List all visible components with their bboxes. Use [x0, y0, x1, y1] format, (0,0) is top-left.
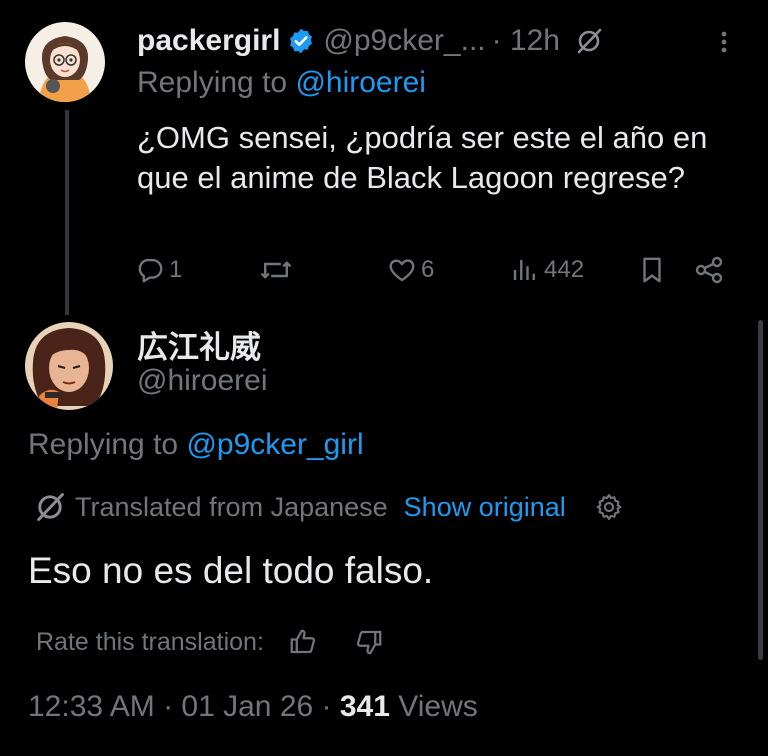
scrollbar[interactable]: [758, 320, 763, 660]
bookmark-button[interactable]: [637, 250, 667, 290]
rate-label: Rate this translation:: [36, 627, 264, 656]
views-label: Views: [398, 690, 478, 723]
replying-prefix: Replying to: [28, 428, 179, 461]
thread-connector-line: [65, 110, 69, 315]
replying-to: Replying to @p9cker_girl: [28, 428, 364, 462]
translation-bar: Translated from Japanese Show original: [33, 487, 624, 527]
thumbs-up-icon[interactable]: [288, 627, 318, 657]
share-icon: [693, 254, 725, 286]
translate-icon: [33, 490, 67, 524]
replying-to: Replying to @hiroerei: [137, 66, 426, 100]
display-name[interactable]: packergirl: [137, 24, 280, 58]
replying-prefix: Replying to: [137, 66, 288, 99]
tweet1-header: packergirl @p9cker_... · 12h: [137, 18, 604, 64]
timestamp[interactable]: · 12h: [492, 24, 560, 58]
views-count: 442: [544, 256, 585, 283]
handle[interactable]: @p9cker_...: [323, 24, 485, 58]
retweet-icon: [258, 255, 294, 285]
retweet-button[interactable]: [258, 250, 298, 290]
replying-handle-link[interactable]: @p9cker_girl: [186, 428, 363, 461]
post-timestamp[interactable]: 12:33 AM · 01 Jan 26 ·: [28, 690, 332, 723]
verified-badge-icon: [287, 27, 315, 55]
grok-icon[interactable]: [574, 26, 604, 56]
tweet2-text: Eso no es del todo falso.: [28, 550, 434, 591]
avatar-hiroerei[interactable]: [25, 322, 113, 410]
translated-label: Translated from Japanese: [75, 491, 388, 522]
show-original-link[interactable]: Show original: [404, 492, 566, 523]
like-count: 6: [421, 256, 435, 283]
like-button[interactable]: 6: [387, 250, 434, 290]
settings-icon[interactable]: [594, 492, 624, 522]
bookmark-icon: [637, 255, 667, 285]
display-name[interactable]: 広江礼威: [137, 322, 261, 367]
replying-handle-link[interactable]: @hiroerei: [295, 66, 426, 99]
views-button[interactable]: 442: [510, 250, 584, 290]
views-icon: [510, 255, 540, 285]
avatar-packergirl[interactable]: [25, 22, 105, 102]
rate-translation: Rate this translation:: [36, 622, 384, 662]
reply-count: 1: [169, 256, 183, 283]
views-count: 341: [339, 690, 390, 723]
tweet1-text: ¿OMG sensei, ¿podría ser este el año en …: [137, 120, 708, 195]
reply-button[interactable]: 1: [135, 250, 182, 290]
tweet-meta: 12:33 AM · 01 Jan 26 · 341 Views: [28, 690, 478, 724]
handle[interactable]: @hiroerei: [137, 364, 268, 398]
tweet1-action-bar: 1 6 442: [135, 250, 735, 290]
like-icon: [387, 255, 417, 285]
thumbs-down-icon[interactable]: [354, 627, 384, 657]
share-button[interactable]: [693, 250, 725, 290]
more-icon[interactable]: [712, 24, 736, 60]
reply-icon: [135, 255, 165, 285]
